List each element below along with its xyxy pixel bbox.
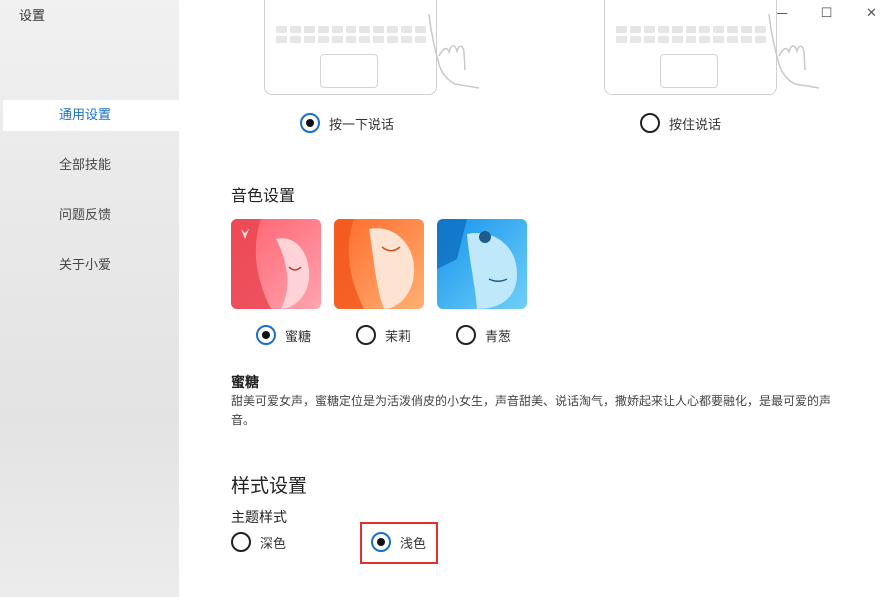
scallion-avatar-icon xyxy=(437,219,527,309)
voice-section-title: 音色设置 xyxy=(231,186,296,205)
voice-jasmine-radio[interactable] xyxy=(356,325,376,345)
voice-card-honey[interactable] xyxy=(231,219,321,309)
hand-icon xyxy=(768,14,820,89)
hold-to-talk-label: 按住说话 xyxy=(669,117,722,133)
honey-avatar-icon xyxy=(231,219,321,309)
sidebar-item-about[interactable]: 关于小爱 xyxy=(0,250,179,281)
sidebar-nav: 通用设置 全部技能 问题反馈 关于小爱 xyxy=(0,100,179,300)
press-once-label: 按一下说话 xyxy=(329,117,395,133)
theme-light-highlight xyxy=(360,522,438,564)
selected-voice-description: 甜美可爱女声，蜜糖定位是为活泼俏皮的小女生，声音甜美、说话淘气，撒娇起来让人心都… xyxy=(231,394,832,427)
theme-dark-radio[interactable] xyxy=(231,532,251,552)
voice-card-scallion[interactable] xyxy=(437,219,527,309)
hold-to-talk-radio[interactable] xyxy=(640,113,660,133)
voice-honey-label: 蜜糖 xyxy=(285,329,312,345)
style-section-title: 样式设置 xyxy=(231,475,308,497)
settings-content: 按一下说话 按住说话 音色设置 蜜糖 茉莉 青葱 蜜糖 甜美可爱女声，蜜糖定位是… xyxy=(179,0,894,597)
voice-honey-option[interactable]: 蜜糖 xyxy=(256,325,311,345)
voice-card-jasmine[interactable] xyxy=(334,219,424,309)
sidebar: 设置 通用设置 全部技能 问题反馈 关于小爱 xyxy=(0,0,179,597)
hold-to-talk-illustration xyxy=(604,0,820,95)
voice-scallion-radio[interactable] xyxy=(456,325,476,345)
selected-voice-name: 蜜糖 xyxy=(231,375,259,391)
voice-jasmine-option[interactable]: 茉莉 xyxy=(356,325,411,345)
voice-scallion-label: 青葱 xyxy=(485,329,512,345)
press-once-option[interactable]: 按一下说话 xyxy=(300,113,394,133)
jasmine-avatar-icon xyxy=(334,219,424,309)
press-once-illustration xyxy=(264,0,480,95)
sidebar-item-general[interactable]: 通用设置 xyxy=(3,100,179,131)
sidebar-item-all-skills[interactable]: 全部技能 xyxy=(0,150,179,181)
theme-dark-option[interactable]: 深色 xyxy=(231,532,286,552)
voice-scallion-option[interactable]: 青葱 xyxy=(456,325,511,345)
theme-style-label: 主题样式 xyxy=(231,510,287,526)
app-title: 设置 xyxy=(19,9,46,24)
press-once-radio[interactable] xyxy=(300,113,320,133)
voice-honey-radio[interactable] xyxy=(256,325,276,345)
hold-to-talk-option[interactable]: 按住说话 xyxy=(640,113,721,133)
sidebar-item-feedback[interactable]: 问题反馈 xyxy=(0,200,179,231)
theme-dark-label: 深色 xyxy=(260,536,287,552)
hand-icon xyxy=(428,14,480,89)
voice-jasmine-label: 茉莉 xyxy=(385,329,412,345)
